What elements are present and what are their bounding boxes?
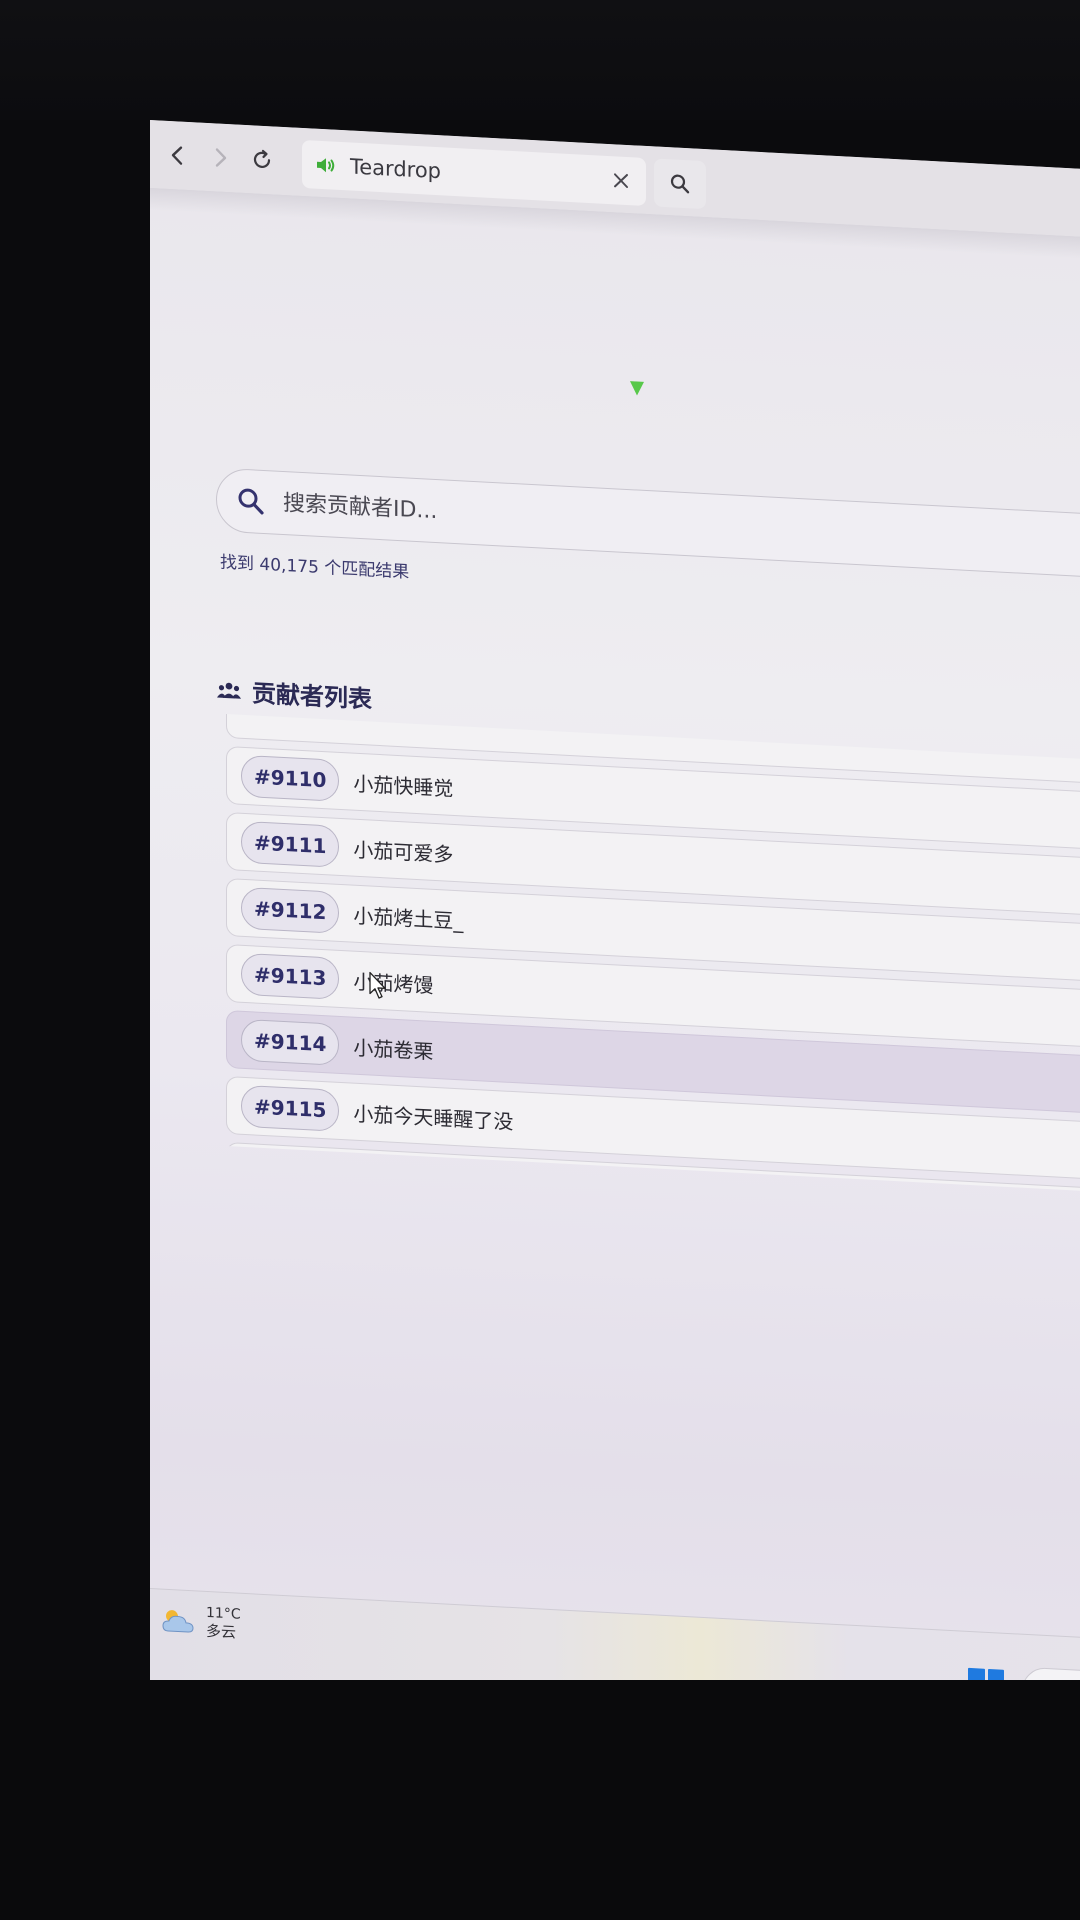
weather-widget[interactable]: 11°C 多云: [160, 1602, 241, 1642]
contributor-name: 小茄可爱多: [353, 837, 454, 867]
reload-button[interactable]: [242, 139, 282, 181]
tab-teardrop[interactable]: Teardrop: [302, 139, 646, 206]
contributor-id-badge: #9111: [241, 820, 340, 868]
contributor-id-badge: #9114: [241, 1018, 340, 1066]
close-icon: [614, 173, 628, 188]
chevron-right-icon: [215, 148, 227, 167]
search-icon: [238, 488, 264, 515]
monitor-bezel-top: [0, 0, 1080, 120]
contributor-list-title: 贡献者列表: [252, 679, 372, 714]
forward-button[interactable]: [200, 137, 240, 179]
contributor-id-badge: #9112: [241, 886, 340, 934]
close-tab-button[interactable]: [602, 161, 640, 201]
contributor-id-badge: #9115: [241, 1084, 340, 1132]
contributor-name: 小茄快睡觉: [353, 771, 454, 801]
green-marker: [630, 381, 644, 396]
people-icon: [217, 682, 241, 699]
contributor-search-input[interactable]: [281, 489, 885, 549]
speaker-icon[interactable]: [314, 152, 340, 179]
weather-temperature: 11°C: [206, 1604, 241, 1623]
contributor-name: 小茄卷栗: [353, 1035, 434, 1064]
contributor-id-badge: #9110: [241, 754, 340, 802]
contributor-name: 小茄烤馒: [353, 969, 434, 998]
chevron-left-icon: [171, 146, 183, 165]
contributor-name: 小茄叫小7: [353, 1167, 447, 1195]
mouse-cursor-icon: [369, 971, 386, 999]
tab-title: Teardrop: [350, 154, 441, 184]
search-icon: [670, 174, 690, 194]
reload-icon: [253, 149, 271, 168]
contributor-list[interactable]: #9110 小茄快睡觉 #9111 小茄可爱多 #9112 小茄烤土豆_ #91…: [216, 713, 1080, 1195]
screen: Teardrop 找到 40,175 个匹配结果 贡献者列表 #9110 小茄快…: [150, 120, 1080, 1733]
contributor-list-header: 贡献者列表: [216, 671, 372, 714]
weather-condition: 多云: [206, 1621, 237, 1642]
back-button[interactable]: [158, 134, 198, 176]
contributor-name: 小茄烤土豆_: [353, 903, 464, 933]
toolbar-search-button[interactable]: [654, 158, 706, 210]
contributor-id-badge: #9116: [241, 1150, 340, 1195]
partly-cloudy-icon: [162, 1610, 194, 1633]
contributor-id-badge: #9113: [241, 952, 340, 1000]
result-count: 找到 40,175 个匹配结果: [220, 552, 410, 583]
monitor-bezel-bottom: [0, 1680, 1080, 1920]
contributor-name: 小茄今天睡醒了没: [353, 1101, 514, 1134]
